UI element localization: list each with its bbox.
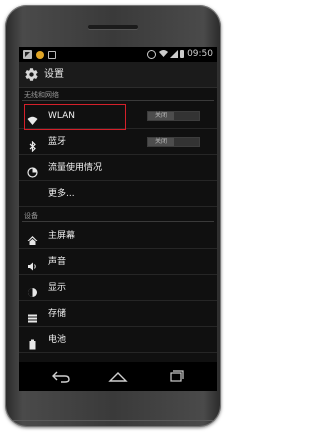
settings-item-label: 流量使用情况 xyxy=(48,163,103,173)
settings-gear-icon[interactable] xyxy=(24,67,39,82)
phone-bottom-edge xyxy=(13,420,213,421)
phone-top-bezel xyxy=(5,5,221,47)
usb-icon xyxy=(48,50,56,59)
sound-icon xyxy=(27,257,38,271)
toggle-label: 关闭 xyxy=(148,138,174,146)
battery-icon xyxy=(27,335,38,350)
settings-item-label: 更多... xyxy=(48,189,75,199)
bluetooth-icon xyxy=(27,137,38,153)
page-title: 设置 xyxy=(44,69,64,80)
section-divider xyxy=(22,221,214,222)
settings-item-label: 存储 xyxy=(48,309,67,319)
app-notification-icon xyxy=(36,50,44,59)
navigation-bar xyxy=(19,362,217,391)
wifi-icon xyxy=(27,111,38,125)
battery-icon xyxy=(180,50,185,58)
home-icon xyxy=(27,231,38,245)
back-icon[interactable] xyxy=(49,367,73,386)
status-left-icons xyxy=(23,50,60,59)
settings-item-label: 电池 xyxy=(48,335,67,345)
settings-item-wlan[interactable]: WLAN 关闭 xyxy=(19,104,217,129)
screen: 09:50 设置 无线和网络 WLAN 关闭 蓝牙 关闭 流量使用情况 更多..… xyxy=(19,47,217,391)
settings-item-sound[interactable]: 声音 xyxy=(19,250,217,275)
phone-frame: 09:50 设置 无线和网络 WLAN 关闭 蓝牙 关闭 流量使用情况 更多..… xyxy=(5,5,221,427)
display-icon xyxy=(27,283,38,297)
data-usage-icon xyxy=(27,163,38,178)
settings-item-home-screen[interactable]: 主屏幕 xyxy=(19,224,217,249)
settings-item-bluetooth[interactable]: 蓝牙 关闭 xyxy=(19,130,217,155)
settings-item-display[interactable]: 显示 xyxy=(19,276,217,301)
settings-item-label: 主屏幕 xyxy=(48,231,76,241)
settings-item-more[interactable]: 更多... xyxy=(19,182,217,207)
notification-icon xyxy=(23,50,32,59)
settings-item-label: 显示 xyxy=(48,283,67,293)
settings-item-battery[interactable]: 电池 xyxy=(19,328,217,353)
earpiece-speaker xyxy=(88,25,138,29)
settings-item-storage[interactable]: 存储 xyxy=(19,302,217,327)
wlan-toggle[interactable]: 关闭 xyxy=(147,111,200,121)
wifi-icon xyxy=(159,49,169,62)
storage-icon xyxy=(27,309,38,323)
settings-item-label: 声音 xyxy=(48,257,67,267)
section-header-wireless: 无线和网络 xyxy=(19,89,217,101)
section-header-device: 设备 xyxy=(19,210,217,222)
section-divider xyxy=(22,100,214,101)
status-right-icons: 09:50 xyxy=(147,49,213,60)
status-time: 09:50 xyxy=(187,49,213,59)
settings-item-label: 蓝牙 xyxy=(48,137,67,147)
toggle-label: 关闭 xyxy=(148,112,174,120)
alarm-icon xyxy=(147,50,157,59)
settings-item-label: WLAN xyxy=(48,111,76,121)
action-bar: 设置 xyxy=(19,62,217,88)
status-bar: 09:50 xyxy=(19,47,217,62)
settings-item-data-usage[interactable]: 流量使用情况 xyxy=(19,156,217,181)
bluetooth-toggle[interactable]: 关闭 xyxy=(147,137,200,147)
recent-apps-icon[interactable] xyxy=(164,367,188,386)
home-icon[interactable] xyxy=(106,367,130,386)
signal-icon xyxy=(170,50,179,58)
